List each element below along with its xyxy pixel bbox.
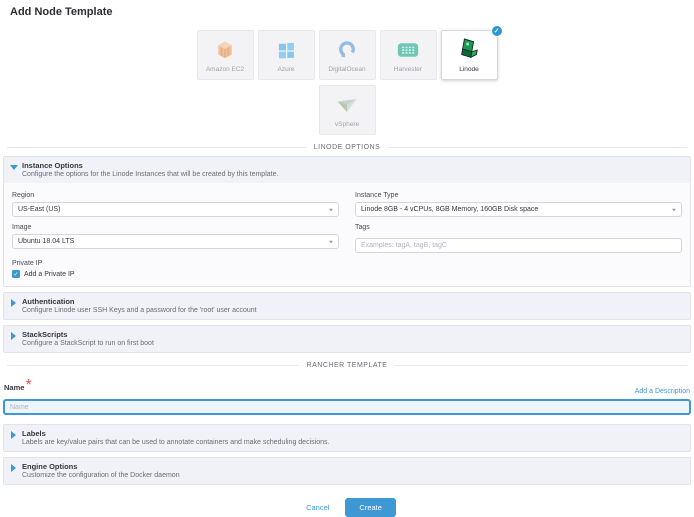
- name-label: Name: [4, 383, 24, 392]
- caret-right-icon: [11, 299, 16, 307]
- chevron-down-icon: ▾: [672, 207, 676, 213]
- vsphere-icon: [335, 93, 359, 117]
- create-button[interactable]: Create: [345, 498, 396, 517]
- stackscripts-panel: StackScripts Configure a StackScript to …: [3, 325, 691, 353]
- caret-right-icon: [11, 431, 16, 439]
- panel-title: Labels: [22, 429, 682, 438]
- panel-description: Configure Linode user SSH Keys and a pas…: [22, 307, 682, 314]
- image-label: Image: [12, 224, 339, 231]
- provider-card-label: Harvester: [394, 66, 422, 73]
- engine-options-panel: Engine Options Customize the configurati…: [3, 457, 691, 485]
- name-input[interactable]: [3, 399, 691, 415]
- linode-icon: [458, 38, 480, 62]
- authentication-panel-header[interactable]: Authentication Configure Linode user SSH…: [4, 293, 690, 319]
- add-node-template-page: Add Node Template Amazon EC2: [0, 0, 694, 517]
- labels-panel: Labels Labels are key/value pairs that c…: [3, 424, 691, 452]
- rancher-template-header: RANCHER TEMPLATE: [307, 362, 388, 369]
- provider-card-label: vSphere: [335, 121, 359, 128]
- panel-description: Configure a StackScript to run on first …: [22, 340, 682, 347]
- region-select[interactable]: US-East (US) ▾: [12, 202, 339, 217]
- caret-right-icon: [11, 332, 16, 340]
- caret-down-icon: [10, 165, 18, 170]
- checkbox-checked-icon[interactable]: [12, 270, 20, 278]
- linode-options-header: LINODE OPTIONS: [314, 144, 381, 151]
- provider-card-amazon-ec2[interactable]: Amazon EC2: [197, 30, 254, 80]
- add-description-link[interactable]: Add a Description: [635, 388, 690, 395]
- region-label: Region: [12, 192, 339, 199]
- panel-title: StackScripts: [22, 330, 682, 339]
- image-select-value: Ubuntu 18.04 LTS: [18, 238, 74, 245]
- region-select-value: US-East (US): [18, 206, 60, 213]
- provider-card-azure[interactable]: Azure: [258, 30, 315, 80]
- provider-card-label: DigitalOcean: [328, 66, 365, 73]
- instance-type-label: Instance Type: [355, 192, 682, 199]
- provider-card-vsphere[interactable]: vSphere: [319, 85, 376, 135]
- private-ip-label: Private IP: [12, 260, 339, 267]
- cancel-button[interactable]: Cancel: [298, 499, 337, 516]
- image-select[interactable]: Ubuntu 18.04 LTS ▾: [12, 234, 339, 249]
- amazon-ec2-icon: [215, 38, 235, 62]
- azure-icon: [276, 38, 296, 62]
- rancher-template-divider: RANCHER TEMPLATE: [7, 362, 687, 369]
- tags-label: Tags: [355, 224, 682, 231]
- panel-title: Instance Options: [22, 161, 682, 170]
- authentication-panel: Authentication Configure Linode user SSH…: [3, 292, 691, 320]
- page-title: Add Node Template: [3, 6, 691, 18]
- linode-options-divider: LINODE OPTIONS: [7, 144, 687, 151]
- provider-cards-row-1: Amazon EC2 Azure DigitalOcean: [3, 30, 691, 80]
- instance-type-select-value: Linode 8GB - 4 vCPUs, 8GB Memory, 160GB …: [361, 206, 538, 213]
- provider-card-label: Azure: [278, 66, 295, 73]
- panel-description: Configure the options for the Linode Ins…: [22, 171, 682, 178]
- provider-card-digitalocean[interactable]: DigitalOcean: [319, 30, 376, 80]
- panel-description: Customize the configuration of the Docke…: [22, 472, 682, 479]
- panel-description: Labels are key/value pairs that can be u…: [22, 439, 682, 446]
- chevron-down-icon: ▾: [329, 239, 333, 245]
- tags-input[interactable]: [355, 238, 682, 253]
- provider-card-linode[interactable]: Linode: [441, 30, 498, 80]
- footer-actions: Cancel Create: [3, 498, 691, 517]
- stackscripts-panel-header[interactable]: StackScripts Configure a StackScript to …: [4, 326, 690, 352]
- panel-title: Engine Options: [22, 462, 682, 471]
- provider-cards-row-2: vSphere: [3, 85, 691, 135]
- instance-options-panel-header[interactable]: Instance Options Configure the options f…: [4, 157, 690, 183]
- instance-type-select[interactable]: Linode 8GB - 4 vCPUs, 8GB Memory, 160GB …: [355, 202, 682, 217]
- instance-options-panel-body: Region US-East (US) ▾ Instance Type Lino…: [4, 183, 690, 286]
- panel-title: Authentication: [22, 297, 682, 306]
- engine-options-panel-header[interactable]: Engine Options Customize the configurati…: [4, 458, 690, 484]
- private-ip-checkbox-label: Add a Private IP: [24, 271, 75, 278]
- private-ip-checkbox-row[interactable]: Add a Private IP: [12, 270, 339, 278]
- selected-check-icon: [491, 25, 503, 37]
- provider-card-label: Amazon EC2: [206, 66, 244, 73]
- caret-right-icon: [11, 464, 16, 472]
- provider-card-label: Linode: [459, 66, 479, 73]
- name-row: Name* Add a Description: [4, 377, 690, 395]
- instance-options-panel: Instance Options Configure the options f…: [3, 156, 691, 287]
- harvester-icon: [397, 38, 419, 62]
- required-asterisk: *: [25, 377, 31, 394]
- provider-card-harvester[interactable]: Harvester: [380, 30, 437, 80]
- digitalocean-icon: [337, 38, 357, 62]
- labels-panel-header[interactable]: Labels Labels are key/value pairs that c…: [4, 425, 690, 451]
- chevron-down-icon: ▾: [329, 207, 333, 213]
